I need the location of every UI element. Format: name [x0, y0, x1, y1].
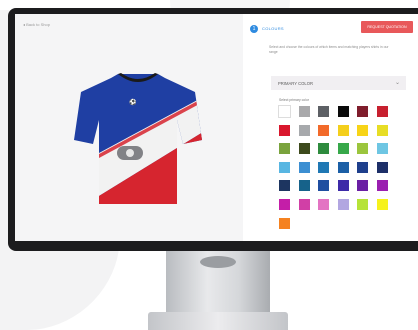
customizer-panel: 1 COLOURS REQUEST QUOTATION Select and c… — [243, 14, 418, 241]
color-swatch[interactable] — [357, 199, 368, 210]
color-swatch[interactable] — [376, 199, 388, 210]
color-swatch[interactable] — [318, 124, 329, 136]
request-quotation-button[interactable]: REQUEST QUOTATION — [361, 21, 413, 33]
color-swatch[interactable] — [278, 105, 291, 118]
jersey-image: ⚽ — [74, 73, 202, 204]
color-swatch[interactable] — [337, 199, 349, 210]
color-swatch[interactable] — [279, 217, 290, 229]
color-swatch[interactable] — [337, 143, 349, 155]
color-swatch[interactable] — [318, 180, 329, 192]
color-swatch[interactable] — [376, 161, 388, 173]
color-swatch[interactable] — [298, 180, 310, 192]
select-primary-color-label: Select primary color — [279, 98, 309, 102]
color-swatch[interactable] — [357, 143, 368, 155]
color-swatch[interactable] — [376, 124, 388, 136]
color-swatch[interactable] — [357, 106, 368, 117]
color-swatch[interactable] — [298, 143, 310, 155]
color-swatch[interactable] — [337, 106, 349, 117]
color-swatch[interactable] — [357, 124, 368, 136]
color-swatch[interactable] — [279, 161, 290, 173]
color-swatch[interactable] — [376, 143, 388, 155]
step-number: 1 — [250, 25, 258, 33]
chevron-down-icon: ⌄ — [394, 80, 400, 86]
color-swatch[interactable] — [298, 124, 310, 136]
color-swatch[interactable] — [337, 161, 349, 173]
color-swatch[interactable] — [318, 143, 329, 155]
monitor-stand-hole — [200, 256, 236, 268]
color-swatch[interactable] — [279, 143, 290, 155]
color-swatch[interactable] — [298, 106, 310, 117]
color-swatch[interactable] — [318, 161, 329, 173]
color-swatch[interactable] — [279, 199, 290, 210]
color-swatch[interactable] — [357, 180, 368, 192]
monitor-stand-base — [148, 312, 288, 330]
color-swatch[interactable] — [298, 199, 310, 210]
color-swatch[interactable] — [337, 124, 349, 136]
svg-text:⚽: ⚽ — [128, 98, 137, 106]
color-swatch[interactable] — [279, 180, 290, 192]
color-swatch[interactable] — [318, 106, 329, 117]
primary-color-accordion[interactable]: PRIMARY COLOR ⌄ — [271, 76, 406, 90]
color-swatch[interactable] — [376, 106, 388, 117]
color-swatch[interactable] — [357, 161, 368, 173]
jersey-preview: ◂ Back to Shop ⚽ — [15, 14, 243, 241]
step-description: Select and choose the colours of which i… — [269, 45, 389, 54]
section-label: PRIMARY COLOR — [278, 81, 313, 86]
screen: ◂ Back to Shop ⚽ 1 COLOURS REQUEST QUOTA… — [15, 14, 418, 241]
color-swatch[interactable] — [318, 199, 329, 210]
color-swatch[interactable] — [376, 180, 388, 192]
color-swatch[interactable] — [337, 180, 349, 192]
back-to-shop-link[interactable]: ◂ Back to Shop — [23, 22, 50, 27]
step-label: COLOURS — [262, 26, 284, 31]
color-swatch[interactable] — [298, 161, 310, 173]
color-swatch[interactable] — [279, 124, 290, 136]
